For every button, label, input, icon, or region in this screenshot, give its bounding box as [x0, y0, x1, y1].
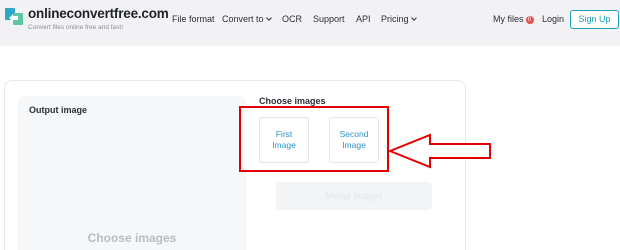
nav-label: API	[356, 14, 371, 24]
output-placeholder-text: Choose images	[87, 231, 177, 245]
nav-pricing[interactable]: Pricing	[381, 14, 417, 24]
file-count-badge: 0	[525, 16, 534, 24]
login-link[interactable]: Login	[542, 14, 564, 24]
red-highlight-box	[239, 106, 389, 172]
brand-name[interactable]: onlineconvertfree.com	[28, 6, 169, 21]
logo-icon[interactable]	[4, 5, 26, 27]
chevron-down-icon	[410, 15, 417, 21]
nav-label: File format	[172, 14, 215, 24]
nav-api[interactable]: API	[356, 14, 371, 24]
nav-label: Pricing	[381, 14, 409, 24]
nav-convert-to[interactable]: Convert to	[222, 14, 272, 24]
top-header: onlineconvertfree.com Convert files onli…	[0, 0, 620, 46]
my-files-link[interactable]: My files 0	[493, 14, 534, 24]
nav-label: Support	[313, 14, 345, 24]
merge-images-button[interactable]: Merge images	[276, 182, 432, 210]
nav-label: Convert to	[222, 14, 264, 24]
tagline: Convert files online free and fast!	[28, 24, 124, 31]
chevron-down-icon	[265, 15, 272, 21]
sign-up-button[interactable]: Sign Up	[570, 10, 619, 29]
left-arrow-annotation-icon	[388, 133, 491, 169]
nav-support[interactable]: Support	[313, 14, 345, 24]
choose-images-title: Choose images	[259, 96, 326, 106]
nav-ocr[interactable]: OCR	[282, 14, 302, 24]
output-image-panel	[18, 96, 246, 250]
nav-file-format[interactable]: File format	[172, 14, 215, 24]
output-image-title: Output image	[29, 105, 87, 115]
nav-label: OCR	[282, 14, 302, 24]
my-files-label: My files	[493, 14, 524, 24]
